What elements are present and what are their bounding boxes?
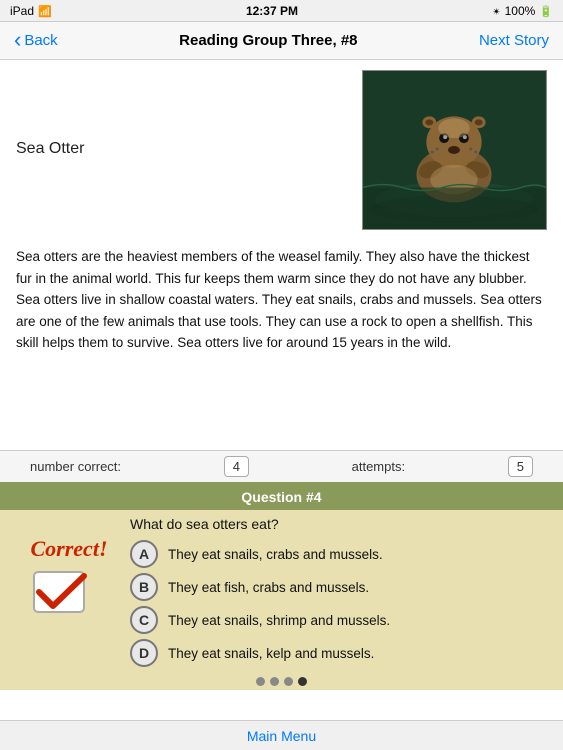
wifi-icon: [38, 4, 52, 18]
attempts-value: 5: [508, 456, 533, 477]
answer-text-a: They eat snails, crabs and mussels.: [168, 547, 383, 562]
answer-row-b[interactable]: B They eat fish, crabs and mussels.: [130, 573, 547, 601]
next-story-button[interactable]: Next Story: [479, 32, 549, 49]
nav-bar: Back Reading Group Three, #8 Next Story: [0, 22, 563, 60]
battery-icon: [539, 4, 553, 18]
dots-row: [0, 671, 563, 690]
battery-label: 100%: [505, 4, 536, 18]
question-header: Question #4: [0, 484, 563, 510]
correct-value: 4: [224, 456, 249, 477]
correct-badge: Correct!: [14, 536, 124, 622]
answer-bubble-c: C: [130, 606, 158, 634]
correct-label: number correct:: [30, 459, 121, 474]
answer-bubble-b: B: [130, 573, 158, 601]
content-area: Sea Otter: [0, 60, 563, 450]
answer-text-b: They eat fish, crabs and mussels.: [168, 580, 369, 595]
device-label: iPad: [10, 4, 34, 18]
correct-checkmark: [14, 564, 124, 622]
question-text: What do sea otters eat?: [0, 510, 563, 536]
dot-4: [298, 677, 307, 686]
bottom-bar: Main Menu: [0, 720, 563, 750]
correct-text: Correct!: [14, 536, 124, 562]
story-header: Sea Otter: [16, 70, 547, 230]
answer-row-a[interactable]: A They eat snails, crabs and mussels.: [130, 540, 547, 568]
story-title: Sea Otter: [16, 140, 84, 158]
back-button[interactable]: Back: [14, 31, 58, 51]
status-time: 12:37 PM: [246, 4, 298, 18]
answer-row-d[interactable]: D They eat snails, kelp and mussels.: [130, 639, 547, 667]
nav-title: Reading Group Three, #8: [179, 32, 357, 49]
dot-1: [256, 677, 265, 686]
status-right: 100%: [492, 4, 553, 18]
dot-3: [284, 677, 293, 686]
bluetooth-icon: [492, 4, 500, 18]
main-menu-button[interactable]: Main Menu: [247, 728, 316, 744]
dot-2: [270, 677, 279, 686]
answer-text-d: They eat snails, kelp and mussels.: [168, 646, 374, 661]
attempts-label: attempts:: [352, 459, 405, 474]
story-image: [362, 70, 547, 230]
status-bar: iPad 12:37 PM 100%: [0, 0, 563, 22]
story-title-block: Sea Otter: [16, 140, 342, 158]
story-body: Sea otters are the heaviest members of t…: [16, 240, 547, 360]
answer-row-c[interactable]: C They eat snails, shrimp and mussels.: [130, 606, 547, 634]
stats-bar: number correct: 4 attempts: 5: [0, 450, 563, 482]
question-panel: Question #4 Correct! What do sea otters …: [0, 482, 563, 690]
answer-text-c: They eat snails, shrimp and mussels.: [168, 613, 390, 628]
answer-bubble-d: D: [130, 639, 158, 667]
answer-bubble-a: A: [130, 540, 158, 568]
status-left: iPad: [10, 4, 52, 18]
